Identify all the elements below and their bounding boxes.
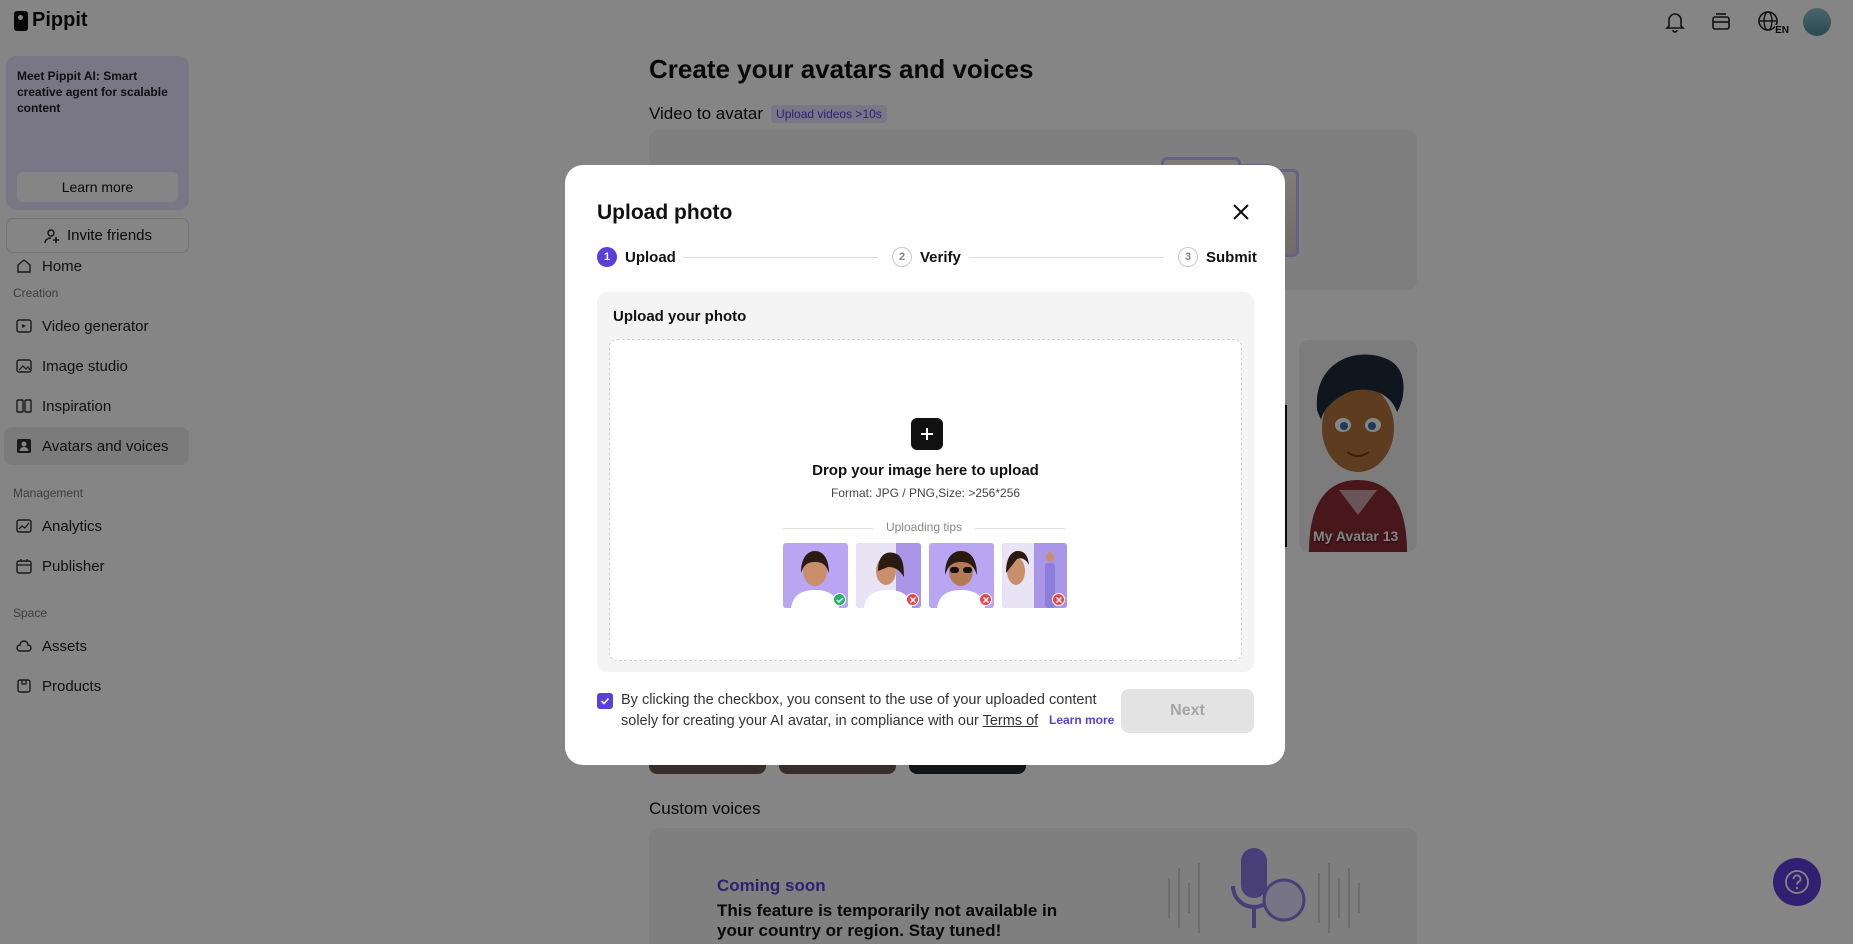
consent-checkbox[interactable] [597,693,613,709]
consent-line-2: solely for creating your AI avatar, in c… [621,711,1101,732]
step-number: 3 [1178,247,1198,267]
upload-panel: Upload your photo Drop your image here t… [597,292,1254,672]
step-number: 1 [597,247,617,267]
error-icon [906,593,919,606]
step-connector [969,257,1164,258]
divider-line [975,528,1065,529]
consent-line-1: By clicking the checkbox, you consent to… [621,692,1097,708]
next-button[interactable]: Next [1121,689,1254,733]
format-hint: Format: JPG / PNG,Size: >256*256 [830,486,1021,500]
uploading-tips-divider: Uploading tips [783,520,1065,536]
drop-title: Drop your image here to upload [812,462,1039,479]
upload-section-label: Upload your photo [613,308,747,325]
step-label: Verify [920,248,961,266]
learn-more-link[interactable]: Learn more [1041,713,1115,727]
upload-photo-dialog: Upload photo 1 Upload 2 Verify 3 Submit … [565,165,1285,765]
tip-example-full-body [1002,543,1067,608]
uploading-tips-examples [783,543,1067,608]
step-label: Submit [1206,248,1257,266]
tip-example-good [783,543,848,608]
error-icon [979,593,992,606]
stepper: 1 Upload 2 Verify 3 Submit [597,247,1257,269]
add-image-button[interactable] [911,418,943,450]
error-icon [1052,593,1065,606]
step-number: 2 [892,247,912,267]
close-icon [1233,204,1249,220]
step-submit: 3 Submit [1178,247,1257,267]
plus-icon [921,428,933,440]
check-icon [600,697,610,705]
step-verify: 2 Verify [892,247,961,267]
step-connector [683,257,878,258]
dialog-title: Upload photo [597,201,733,224]
step-label: Upload [625,248,676,266]
image-dropzone[interactable]: Drop your image here to upload Format: J… [609,339,1242,661]
check-icon [833,593,846,606]
close-button[interactable] [1227,198,1255,226]
tip-example-sunglasses [929,543,994,608]
step-upload: 1 Upload [597,247,676,267]
consent-text: By clicking the checkbox, you consent to… [621,690,1101,732]
consent-line-2-text: solely for creating your AI avatar, in c… [621,713,983,729]
terms-link[interactable]: Terms of [983,713,1039,729]
uploading-tips-label: Uploading tips [885,520,963,534]
tip-example-side-profile [856,543,921,608]
